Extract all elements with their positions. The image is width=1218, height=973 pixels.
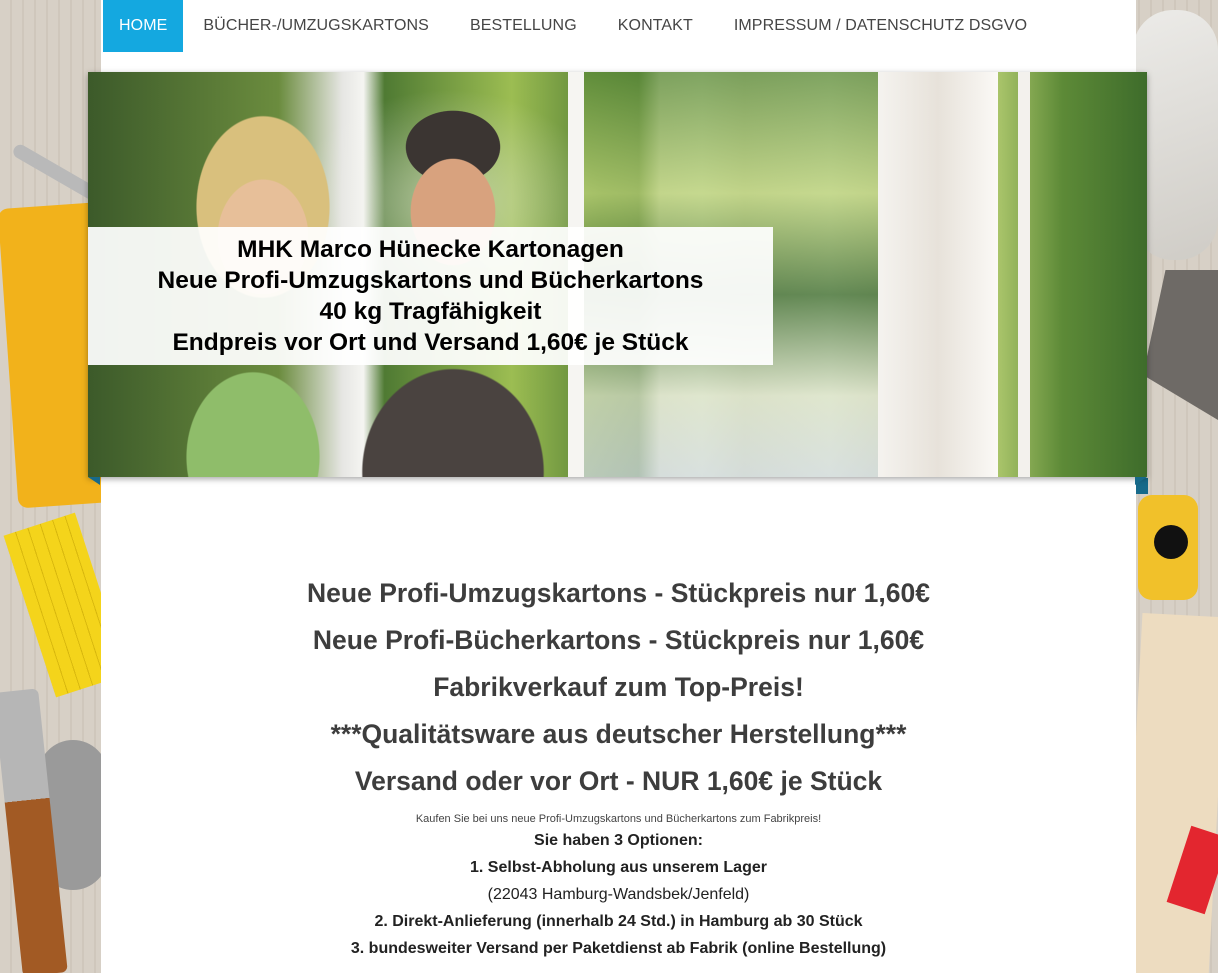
intro-text: Kaufen Sie bei uns neue Profi-Umzugskart…: [415, 813, 822, 825]
headline-shipping: Versand oder vor Ort - NUR 1,60€ je Stüc…: [354, 766, 883, 796]
nav-order[interactable]: BESTELLUNG: [450, 0, 597, 52]
option-pickup: 1. Selbst-Abholung aus unserem Lager: [470, 859, 767, 876]
hero-title: MHK Marco Hünecke Kartonagen: [237, 236, 624, 263]
nav-home[interactable]: HOME: [103, 0, 184, 52]
nav-imprint[interactable]: IMPRESSUM / DATENSCHUTZ DSGVO: [714, 0, 1047, 52]
headline-moving-boxes: Neue Profi-Umzugskartons - Stückpreis nu…: [307, 578, 930, 608]
tape-measure-hole: [1154, 525, 1188, 559]
main-content: Neue Profi-Umzugskartons - Stückpreis nu…: [101, 570, 1136, 962]
hero-capacity: 40 kg Tragfähigkeit: [319, 298, 542, 325]
main-navigation: HOME BÜCHER-/UMZUGSKARTONS BESTELLUNG KO…: [103, 0, 1048, 52]
headline-quality: ***Qualitätsware aus deutscher Herstellu…: [330, 719, 907, 749]
hero-window-frame: [878, 72, 998, 477]
option-delivery: 2. Direkt-Anlieferung (innerhalb 24 Std.…: [374, 913, 863, 930]
hero-window-frame: [1018, 72, 1030, 477]
hero-price: Endpreis vor Ort und Versand 1,60€ je St…: [172, 329, 689, 356]
hero-subtitle: Neue Profi-Umzugskartons und Bücherkarto…: [157, 267, 704, 294]
headline-book-boxes: Neue Profi-Bücherkartons - Stückpreis nu…: [312, 625, 925, 655]
hero-caption: MHK Marco Hünecke Kartonagen Neue Profi-…: [88, 227, 773, 365]
nav-boxes[interactable]: BÜCHER-/UMZUGSKARTONS: [183, 0, 449, 52]
headline-factory-sale: Fabrikverkauf zum Top-Preis!: [433, 672, 804, 702]
option-shipping: 3. bundesweiter Versand per Paketdienst …: [350, 940, 887, 957]
option-pickup-address: (22043 Hamburg-Wandsbek/Jenfeld): [487, 886, 750, 903]
nav-contact[interactable]: KONTAKT: [598, 0, 713, 52]
options-title: Sie haben 3 Optionen:: [534, 832, 703, 849]
